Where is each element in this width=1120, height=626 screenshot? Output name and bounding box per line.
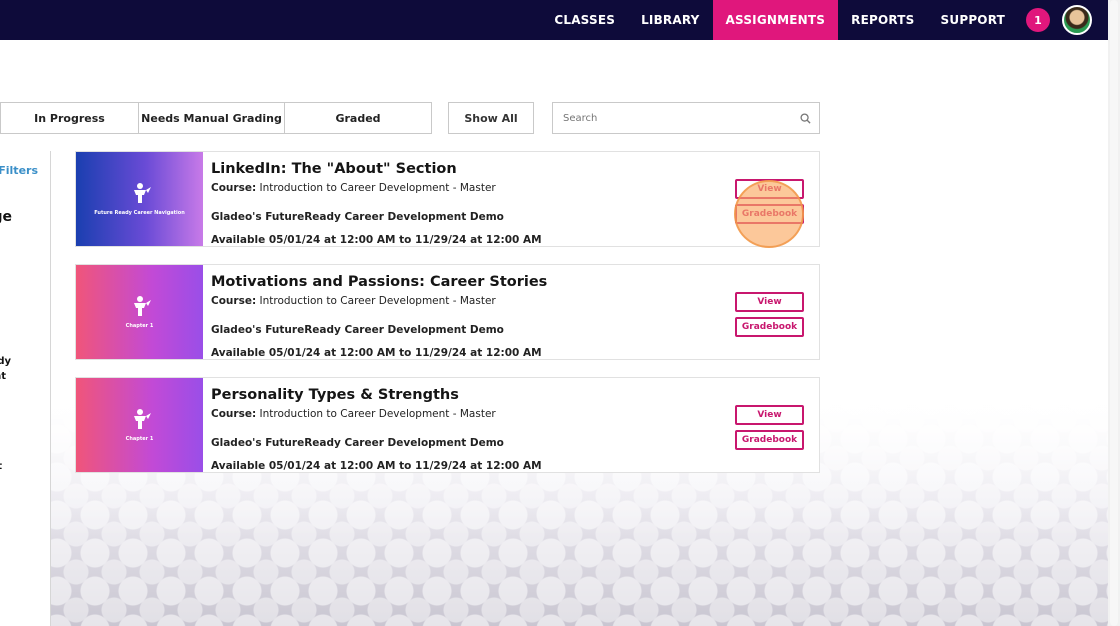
assignment-title[interactable]: Motivations and Passions: Career Stories bbox=[211, 274, 547, 290]
panel-text: dy bbox=[0, 356, 11, 367]
assignment-card: Chapter 1 Motivations and Passions: Care… bbox=[75, 264, 820, 360]
nav-assignments[interactable]: ASSIGNMENTS bbox=[712, 0, 839, 40]
filter-in-progress[interactable]: In Progress bbox=[0, 102, 139, 134]
avatar[interactable] bbox=[1062, 5, 1092, 35]
scrollbar-thumb[interactable] bbox=[1110, 0, 1118, 626]
gradebook-button[interactable]: Gradebook bbox=[735, 204, 804, 224]
assignment-org: Gladeo's FutureReady Career Development … bbox=[211, 211, 504, 223]
course-name: Introduction to Career Development - Mas… bbox=[259, 295, 496, 307]
superhero-icon bbox=[133, 296, 151, 316]
assignment-availability: Available 05/01/24 at 12:00 AM to 11/29/… bbox=[211, 460, 542, 472]
assignment-card: Chapter 1 Personality Types & Strengths … bbox=[75, 377, 820, 473]
nav-support[interactable]: SUPPORT bbox=[928, 0, 1018, 40]
thumbnail-label: Future Ready Career Navigation bbox=[94, 210, 185, 216]
search-icon[interactable] bbox=[791, 112, 819, 124]
show-all-button[interactable]: Show All bbox=[448, 102, 534, 134]
filter-needs-manual-grading[interactable]: Needs Manual Grading bbox=[139, 102, 285, 134]
panel-text: nt bbox=[0, 371, 6, 382]
assignment-availability: Available 05/01/24 at 12:00 AM to 11/29/… bbox=[211, 347, 542, 359]
page-scrollbar[interactable] bbox=[1108, 0, 1120, 626]
assignment-thumbnail[interactable]: Future Ready Career Navigation bbox=[76, 152, 203, 246]
filters-link-label: Filters bbox=[0, 164, 38, 177]
course-label: Course: bbox=[211, 408, 257, 420]
panel-heading: ge bbox=[0, 209, 12, 225]
assignment-org: Gladeo's FutureReady Career Development … bbox=[211, 324, 504, 336]
assignment-course: Course: Introduction to Career Developme… bbox=[211, 408, 496, 420]
thumbnail-label: Chapter 1 bbox=[125, 323, 154, 329]
assignment-availability: Available 05/01/24 at 12:00 AM to 11/29/… bbox=[211, 234, 542, 246]
superhero-icon bbox=[133, 183, 151, 203]
search-box bbox=[552, 102, 820, 134]
top-nav: CLASSES LIBRARY ASSIGNMENTS REPORTS SUPP… bbox=[0, 0, 1108, 40]
assignment-title[interactable]: LinkedIn: The "About" Section bbox=[211, 161, 457, 177]
nav-reports[interactable]: REPORTS bbox=[838, 0, 927, 40]
assignment-course: Course: Introduction to Career Developme… bbox=[211, 295, 496, 307]
view-button[interactable]: View bbox=[735, 405, 804, 425]
notification-badge[interactable]: 1 bbox=[1026, 8, 1050, 32]
panel-text: t bbox=[0, 461, 2, 472]
course-name: Introduction to Career Development - Mas… bbox=[259, 408, 496, 420]
search-input[interactable] bbox=[553, 103, 791, 133]
assignment-course: Course: Introduction to Career Developme… bbox=[211, 182, 496, 194]
assignment-title[interactable]: Personality Types & Strengths bbox=[211, 387, 459, 403]
assignment-thumbnail[interactable]: Chapter 1 bbox=[76, 265, 203, 359]
left-filter-panel: Filters ge dy nt t bbox=[0, 151, 51, 626]
course-label: Course: bbox=[211, 295, 257, 307]
view-button[interactable]: View bbox=[735, 179, 804, 199]
status-filter-group: In Progress Needs Manual Grading Graded bbox=[0, 102, 432, 134]
assignment-thumbnail[interactable]: Chapter 1 bbox=[76, 378, 203, 472]
gradebook-button[interactable]: Gradebook bbox=[735, 430, 804, 450]
gradebook-button[interactable]: Gradebook bbox=[735, 317, 804, 337]
superhero-icon bbox=[133, 409, 151, 429]
assignment-org: Gladeo's FutureReady Career Development … bbox=[211, 437, 504, 449]
course-name: Introduction to Career Development - Mas… bbox=[259, 182, 496, 194]
course-label: Course: bbox=[211, 182, 257, 194]
assignment-card: Future Ready Career Navigation LinkedIn:… bbox=[75, 151, 820, 247]
nav-library[interactable]: LIBRARY bbox=[628, 0, 712, 40]
thumbnail-label: Chapter 1 bbox=[125, 436, 154, 442]
filter-graded[interactable]: Graded bbox=[285, 102, 432, 134]
nav-classes[interactable]: CLASSES bbox=[541, 0, 628, 40]
filters-link[interactable]: Filters bbox=[0, 164, 38, 177]
view-button[interactable]: View bbox=[735, 292, 804, 312]
